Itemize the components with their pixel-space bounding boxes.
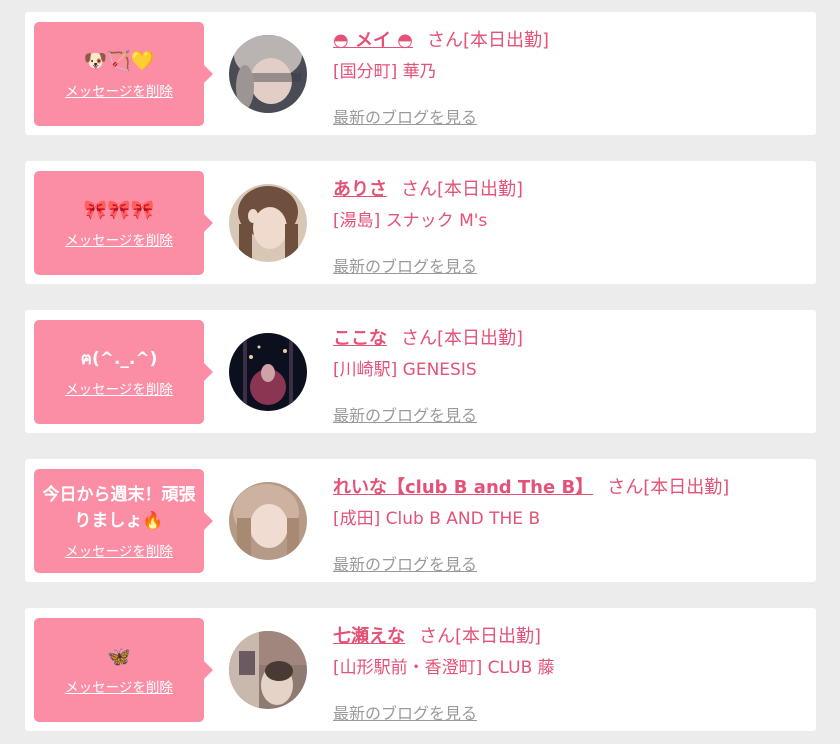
message-card: ฅ(^._.^) メッセージを削除 ここな さん [本日出勤] [川崎駅] GE… [25,310,816,433]
message-bubble: 今日から週末！頑張りましょ🔥 メッセージを削除 [34,469,213,573]
latest-blog-link[interactable]: 最新のブログを見る [333,253,477,277]
honorific: さん [419,626,455,647]
cast-name-row: ここな さん [本日出勤] [333,322,803,352]
cast-name-row: れいな【club B and The B】 さん [本日出勤] [333,471,803,501]
cast-info: れいな【club B and The B】 さん [本日出勤] [成田] Clu… [333,471,803,575]
latest-blog-link[interactable]: 最新のブログを見る [333,402,477,426]
attendance-status: [本日出勤] [437,328,524,349]
cast-name-link[interactable]: ありさ [333,175,387,201]
latest-blog-link[interactable]: 最新のブログを見る [333,551,477,575]
cast-info: 七瀬えな さん [本日出勤] [山形駅前・香澄町] CLUB 藤 最新のブログを… [333,620,803,724]
message-text: 🐶🏹💛 [83,50,155,72]
delete-message-link[interactable]: メッセージを削除 [65,540,173,560]
message-text: 今日から週末！頑張りましょ🔥 [42,485,196,531]
cast-info: ここな さん [本日出勤] [川崎駅] GENESIS 最新のブログを見る [333,322,803,426]
honorific: さん [401,328,437,349]
cast-name-link[interactable]: ◓ メイ ◓ [333,26,413,52]
message-bubble: ฅ(^._.^) メッセージを削除 [34,320,213,424]
cast-avatar[interactable] [229,184,307,262]
attendance-status: [本日出勤] [455,626,542,647]
message-card: 🐶🏹💛 メッセージを削除 ◓ メイ ◓ さん [本日出勤] [国分町] 華乃 最… [25,12,816,135]
honorific: さん [401,179,437,200]
latest-blog-link[interactable]: 最新のブログを見る [333,104,477,128]
cast-avatar[interactable] [229,631,307,709]
message-card: 今日から週末！頑張りましょ🔥 メッセージを削除 れいな【club B and T… [25,459,816,582]
message-bubble: 🐶🏹💛 メッセージを削除 [34,22,213,126]
attendance-status: [本日出勤] [437,179,524,200]
shop-name: [国分町] 華乃 [333,62,437,82]
message-bubble: 🦋 メッセージを削除 [34,618,213,722]
cast-avatar[interactable] [229,333,307,411]
honorific: さん [426,30,463,51]
shop-name: [湯島] スナック M's [333,211,488,231]
cast-name-link[interactable]: ここな [333,324,387,350]
cast-name-link[interactable]: 七瀬えな [333,622,405,648]
attendance-status: [本日出勤] [462,30,549,51]
message-list: 🐶🏹💛 メッセージを削除 ◓ メイ ◓ さん [本日出勤] [国分町] 華乃 最… [0,0,840,744]
message-card: 🎀🎀🎀 メッセージを削除 ありさ さん [本日出勤] [湯島] スナック M's… [25,161,816,284]
cast-name-row: ありさ さん [本日出勤] [333,173,803,203]
honorific: さん [607,477,644,498]
message-bubble: 🎀🎀🎀 メッセージを削除 [34,171,213,275]
delete-message-link[interactable]: メッセージを削除 [65,229,173,249]
message-card: 🦋 メッセージを削除 七瀬えな さん [本日出勤] [山形駅前・香澄町] CLU… [25,608,816,731]
shop-name: [成田] Club B AND THE B [333,509,541,529]
shop-name: [山形駅前・香澄町] CLUB 藤 [333,658,555,678]
delete-message-link[interactable]: メッセージを削除 [65,80,173,100]
attendance-status: [本日出勤] [643,477,730,498]
cast-info: ◓ メイ ◓ さん [本日出勤] [国分町] 華乃 最新のブログを見る [333,24,803,128]
cast-name-link[interactable]: れいな【club B and The B】 [333,473,593,499]
cast-avatar[interactable] [229,482,307,560]
delete-message-link[interactable]: メッセージを削除 [65,676,173,696]
cast-name-row: ◓ メイ ◓ さん [本日出勤] [333,24,803,54]
cast-name-row: 七瀬えな さん [本日出勤] [333,620,803,650]
message-text: 🎀🎀🎀 [83,199,155,221]
message-text: 🦋 [107,646,131,668]
message-text: ฅ(^._.^) [80,349,158,369]
cast-avatar[interactable] [229,35,307,113]
shop-name: [川崎駅] GENESIS [333,360,477,380]
cast-info: ありさ さん [本日出勤] [湯島] スナック M's 最新のブログを見る [333,173,803,277]
delete-message-link[interactable]: メッセージを削除 [65,378,173,398]
latest-blog-link[interactable]: 最新のブログを見る [333,700,477,724]
